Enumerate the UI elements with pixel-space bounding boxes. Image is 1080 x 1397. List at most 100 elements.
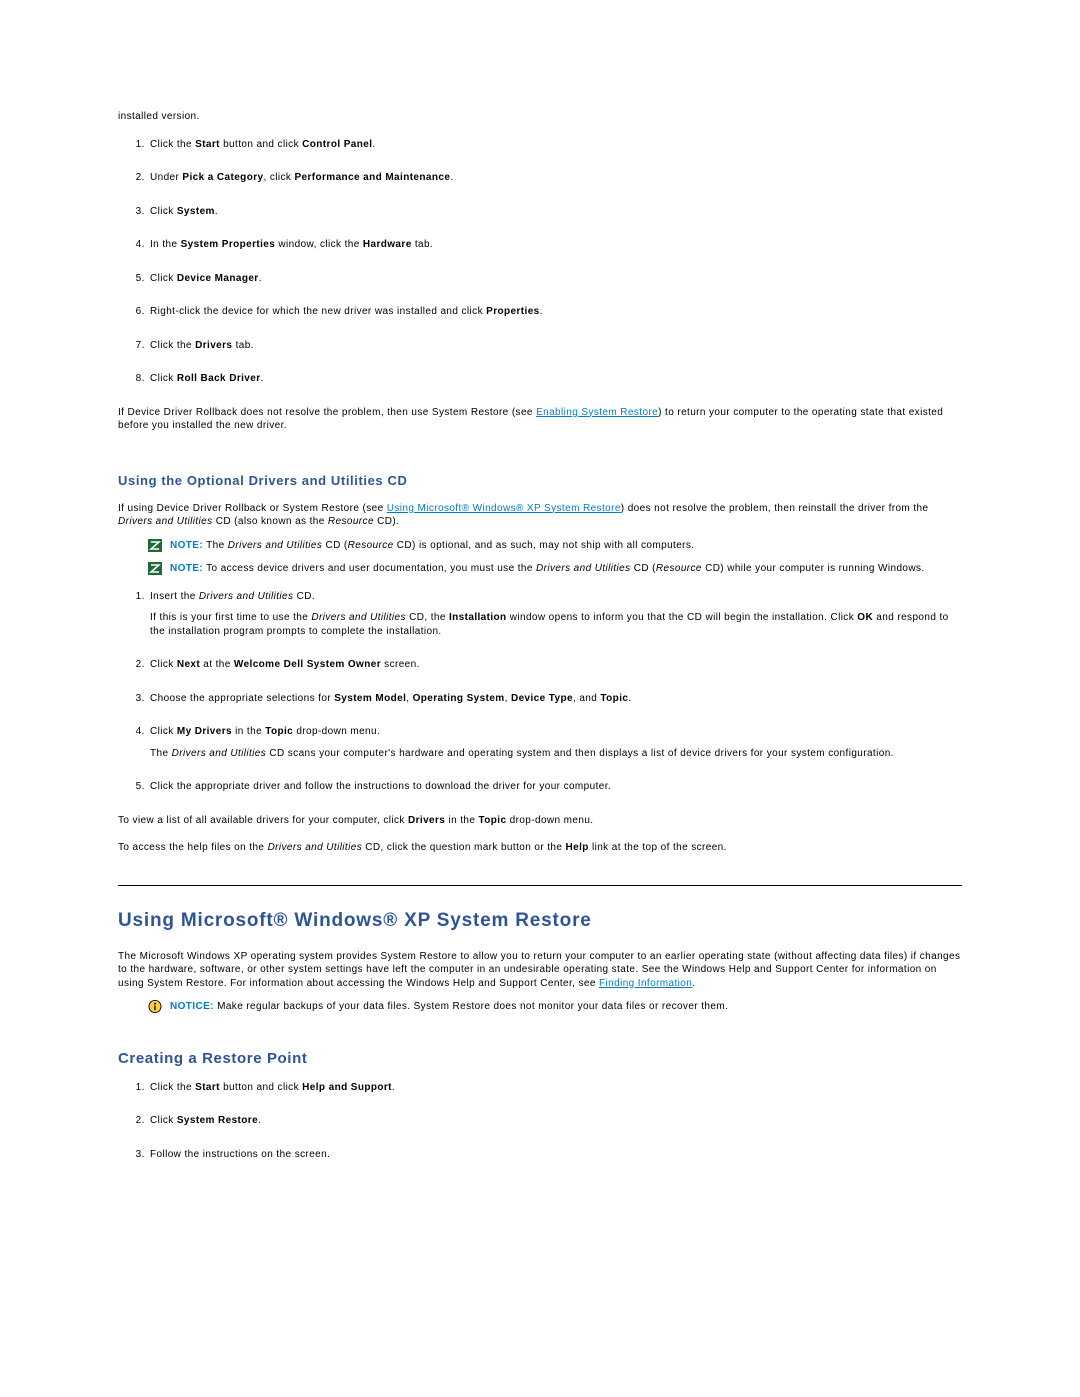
t: The Microsoft Windows XP operating syste… bbox=[118, 951, 960, 989]
t: . bbox=[540, 306, 543, 317]
t: System Model bbox=[334, 693, 406, 704]
t: Click bbox=[150, 659, 177, 670]
t: The bbox=[203, 540, 228, 551]
t: Topic bbox=[479, 815, 507, 826]
t: Next bbox=[177, 659, 200, 670]
t: Installation bbox=[449, 612, 507, 623]
sub-text: If this is your first time to use the Dr… bbox=[150, 611, 962, 638]
t: Drivers and Utilities bbox=[536, 563, 631, 574]
t: OK bbox=[857, 612, 873, 623]
using-xp-system-restore-link[interactable]: Using Microsoft® Windows® XP System Rest… bbox=[387, 503, 621, 514]
restore-point-steps-list: Click the Start button and click Help an… bbox=[118, 1081, 962, 1162]
t: Operating System bbox=[413, 693, 505, 704]
t: CD ( bbox=[322, 540, 347, 551]
t: . bbox=[692, 978, 695, 989]
t: link at the top of the screen. bbox=[589, 842, 727, 853]
list-item: Click the Start button and click Help an… bbox=[148, 1081, 962, 1095]
t: Insert the bbox=[150, 591, 199, 602]
t: tab. bbox=[232, 340, 253, 351]
heading-system-restore: Using Microsoft® Windows® XP System Rest… bbox=[118, 910, 962, 932]
note-row: NOTE: The Drivers and Utilities CD (Reso… bbox=[118, 539, 962, 553]
t: Click the bbox=[150, 340, 195, 351]
t: Start bbox=[195, 139, 220, 150]
t: The bbox=[150, 748, 172, 759]
notice-row: NOTICE: Make regular backups of your dat… bbox=[118, 1000, 962, 1014]
list-item: Click the appropriate driver and follow … bbox=[148, 780, 962, 794]
t: Make regular backups of your data files.… bbox=[214, 1001, 728, 1012]
t: . bbox=[372, 139, 375, 150]
t: CD) while your computer is running Windo… bbox=[702, 563, 925, 574]
divider bbox=[118, 885, 962, 886]
note-label: NOTE: bbox=[170, 563, 203, 574]
cd-steps-list: Insert the Drivers and Utilities CD. If … bbox=[118, 590, 962, 794]
heading-creating-restore-point: Creating a Restore Point bbox=[118, 1050, 962, 1067]
notice-icon bbox=[148, 1000, 170, 1013]
notice-text: NOTICE: Make regular backups of your dat… bbox=[170, 1000, 962, 1014]
t: Click bbox=[150, 206, 177, 217]
t: window, click the bbox=[275, 239, 363, 250]
t: Drivers bbox=[408, 815, 445, 826]
list-item: Follow the instructions on the screen. bbox=[148, 1148, 962, 1162]
t: Click the bbox=[150, 139, 195, 150]
list-item: Click the Drivers tab. bbox=[148, 339, 962, 353]
t: System Properties bbox=[181, 239, 276, 250]
t: ) does not resolve the problem, then rei… bbox=[621, 503, 929, 514]
t: System bbox=[177, 206, 215, 217]
list-item: Click Device Manager. bbox=[148, 272, 962, 286]
t: My Drivers bbox=[177, 726, 232, 737]
t: drop-down menu. bbox=[506, 815, 593, 826]
t: Device Type bbox=[511, 693, 573, 704]
heading-drivers-utilities-cd: Using the Optional Drivers and Utilities… bbox=[118, 473, 962, 488]
t: button and click bbox=[220, 1082, 302, 1093]
note-icon bbox=[148, 562, 170, 575]
t: Pick a Category bbox=[182, 172, 263, 183]
t: Follow the instructions on the screen. bbox=[150, 1149, 330, 1160]
t: Click bbox=[150, 726, 177, 737]
intro-text: installed version. bbox=[118, 110, 962, 124]
restore-intro-paragraph: The Microsoft Windows XP operating syste… bbox=[118, 950, 962, 991]
list-item: Click the Start button and click Control… bbox=[148, 138, 962, 152]
finding-information-link[interactable]: Finding Information bbox=[599, 978, 692, 989]
t: Performance and Maintenance bbox=[294, 172, 450, 183]
t: If Device Driver Rollback does not resol… bbox=[118, 407, 536, 418]
cd-intro-paragraph: If using Device Driver Rollback or Syste… bbox=[118, 502, 962, 529]
note-label: NOTE: bbox=[170, 540, 203, 551]
list-item: Click Next at the Welcome Dell System Ow… bbox=[148, 658, 962, 672]
t: CD). bbox=[374, 516, 399, 527]
t: Drivers and Utilities bbox=[199, 591, 294, 602]
t: in the bbox=[232, 726, 265, 737]
list-item: Choose the appropriate selections for Sy… bbox=[148, 692, 962, 706]
t: Click the appropriate driver and follow … bbox=[150, 781, 611, 792]
t: Control Panel bbox=[302, 139, 372, 150]
t: Start bbox=[195, 1082, 220, 1093]
t: . bbox=[628, 693, 631, 704]
enabling-system-restore-link[interactable]: Enabling System Restore bbox=[536, 407, 658, 418]
t: Roll Back Driver bbox=[177, 373, 261, 384]
t: CD ( bbox=[631, 563, 656, 574]
t: Resource bbox=[328, 516, 374, 527]
t: button and click bbox=[220, 139, 302, 150]
t: Properties bbox=[486, 306, 539, 317]
t: System Restore bbox=[177, 1115, 258, 1126]
list-item: Click My Drivers in the Topic drop-down … bbox=[148, 725, 962, 760]
list-item: In the System Properties window, click t… bbox=[148, 238, 962, 252]
t: CD (also known as the bbox=[213, 516, 328, 527]
t: CD, click the question mark button or th… bbox=[362, 842, 565, 853]
t: Click bbox=[150, 273, 177, 284]
t: Device Manager bbox=[177, 273, 259, 284]
sub-text: The Drivers and Utilities CD scans your … bbox=[150, 747, 962, 761]
note-text: NOTE: The Drivers and Utilities CD (Reso… bbox=[170, 539, 962, 553]
t: Click bbox=[150, 1115, 177, 1126]
t: Welcome Dell System Owner bbox=[234, 659, 381, 670]
list-item: Insert the Drivers and Utilities CD. If … bbox=[148, 590, 962, 639]
t: Topic bbox=[265, 726, 293, 737]
t: Drivers and Utilities bbox=[311, 612, 406, 623]
list-item: Right-click the device for which the new… bbox=[148, 305, 962, 319]
t: Topic bbox=[600, 693, 628, 704]
t: If using Device Driver Rollback or Syste… bbox=[118, 503, 387, 514]
t: . bbox=[392, 1082, 395, 1093]
list-item: Click System. bbox=[148, 205, 962, 219]
cd-tail-1: To view a list of all available drivers … bbox=[118, 814, 962, 828]
list-item: Under Pick a Category, click Performance… bbox=[148, 171, 962, 185]
notice-label: NOTICE: bbox=[170, 1001, 214, 1012]
